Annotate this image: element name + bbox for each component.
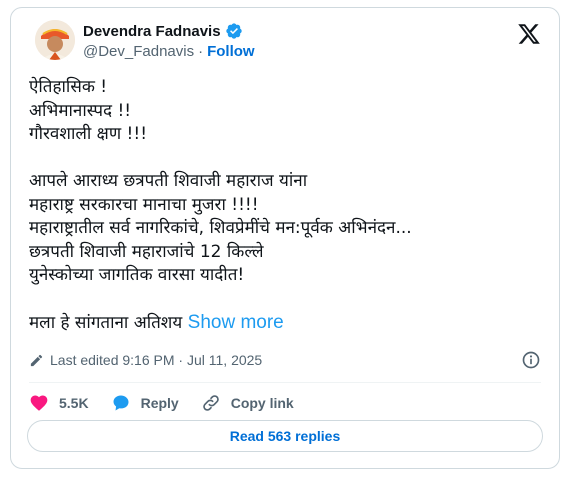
action-bar: 5.5K Reply Copy link <box>29 389 316 417</box>
author-name-row: Devendra Fadnavis <box>83 22 243 40</box>
verified-badge-icon <box>225 23 242 39</box>
like-button[interactable]: 5.5K <box>29 393 89 413</box>
tweet-line: महाराष्ट्र सरकारचा मानाचा मुजरा !!!! <box>29 194 259 215</box>
tweet-header: Devendra Fadnavis @Dev_Fadnavis · Follow <box>27 18 545 66</box>
tweet-line: अभिमानास्पद !! <box>29 100 132 121</box>
tweet-line: छत्रपती शिवाजी महाराजांचे 12 किल्ले <box>29 241 264 262</box>
author-handle[interactable]: @Dev_Fadnavis <box>83 43 194 60</box>
tweet-line: आपले आराध्य छत्रपती शिवाजी महाराज यांना <box>29 171 308 191</box>
separator-dot: · <box>198 43 204 60</box>
tweet-line: महाराष्ट्रातील सर्व नागरिकांचे, शिवप्रेम… <box>29 218 412 238</box>
tweet-line: ऐतिहासिक ! <box>29 77 108 97</box>
like-count: 5.5K <box>59 395 89 411</box>
tweet-last-line: मला हे सांगताना अतिशय Show more <box>29 311 539 335</box>
reply-button[interactable]: Reply <box>111 393 179 413</box>
author-name[interactable]: Devendra Fadnavis <box>83 23 221 40</box>
last-edited-text[interactable]: Last edited 9:16 PM · Jul 11, 2025 <box>50 352 262 368</box>
x-logo-icon[interactable] <box>517 22 541 46</box>
reply-bubble-icon <box>113 395 129 411</box>
tweet-text: ऐतिहासिक ! अभिमानास्पद !! गौरवशाली क्षण … <box>29 76 539 335</box>
tweet-card: Devendra Fadnavis @Dev_Fadnavis · Follow… <box>10 7 560 469</box>
tweet-last-line-text: मला हे सांगताना अतिशय <box>29 313 183 333</box>
avatar[interactable] <box>35 20 75 60</box>
link-icon <box>202 395 219 411</box>
follow-button[interactable]: Follow <box>207 43 255 60</box>
tweet-line: गौरवशाली क्षण !!! <box>29 124 148 144</box>
divider <box>29 382 541 383</box>
reply-label: Reply <box>140 395 179 411</box>
copy-link-button[interactable]: Copy link <box>201 393 294 413</box>
info-icon[interactable] <box>521 350 541 370</box>
copy-link-label: Copy link <box>230 395 294 411</box>
read-replies-button[interactable]: Read 563 replies <box>27 420 543 452</box>
avatar-image <box>35 20 75 60</box>
heart-icon <box>30 395 48 411</box>
edit-meta-row: Last edited 9:16 PM · Jul 11, 2025 <box>29 348 541 372</box>
pencil-icon <box>30 354 43 366</box>
tweet-line: युनेस्कोच्या जागतिक वारसा यादीत! <box>29 265 245 285</box>
show-more-link[interactable]: Show more <box>188 312 284 333</box>
author-handle-row: @Dev_Fadnavis · Follow <box>83 43 255 60</box>
